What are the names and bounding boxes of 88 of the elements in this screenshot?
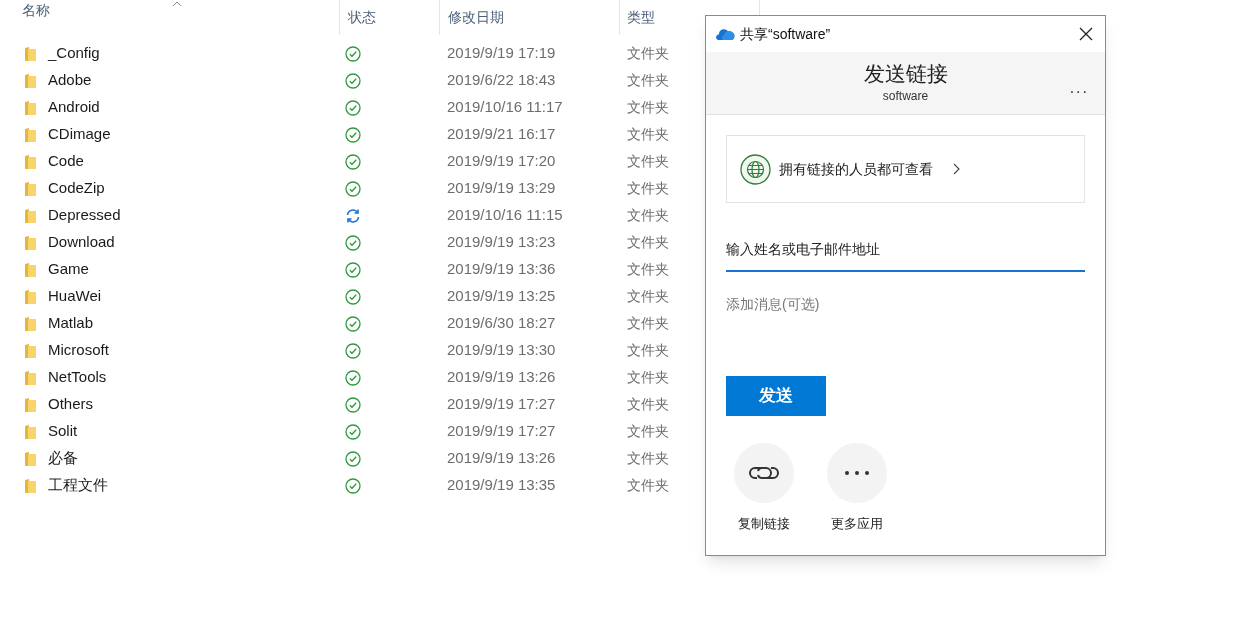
folder-icon [24, 261, 37, 278]
folder-icon [24, 126, 37, 143]
folder-icon [24, 315, 37, 332]
modified-date: 2019/9/19 13:36 [447, 260, 556, 278]
folder-name[interactable]: Code [48, 150, 84, 173]
recipient-input-field[interactable]: 输入姓名或电子邮件地址 [726, 227, 1085, 272]
item-type: 文件夹 [627, 45, 669, 62]
folder-name[interactable]: Microsoft [48, 339, 109, 362]
item-type: 文件夹 [627, 180, 669, 197]
modified-date: 2019/9/19 17:27 [447, 422, 556, 440]
folder-name[interactable]: Others [48, 393, 93, 416]
more-options-button[interactable]: ... [1069, 80, 1089, 96]
folder-name[interactable]: Solit [48, 420, 78, 443]
modified-date: 2019/10/16 11:15 [447, 206, 563, 224]
globe-icon [740, 153, 771, 185]
chevron-right-icon [953, 163, 960, 175]
modified-date: 2019/9/19 13:25 [447, 287, 556, 305]
item-type: 文件夹 [627, 72, 669, 89]
item-type: 文件夹 [627, 234, 669, 251]
modified-date: 2019/9/19 17:20 [447, 152, 556, 170]
folder-name[interactable]: Game [48, 258, 89, 281]
modified-date: 2019/9/19 13:26 [447, 368, 556, 386]
column-header[interactable]: 修改日期 [448, 0, 504, 35]
folder-icon [24, 207, 37, 224]
folder-name[interactable]: Adobe [48, 69, 92, 92]
dialog-heading: 发送链接 [863, 61, 948, 87]
modified-date: 2019/9/19 17:27 [447, 395, 556, 413]
folder-name[interactable]: HuaWei [48, 285, 102, 308]
item-type: 文件夹 [627, 288, 669, 305]
close-button[interactable] [1079, 26, 1095, 42]
folder-icon [24, 180, 37, 197]
item-type: 文件夹 [627, 99, 669, 116]
column-header[interactable]: 名称 [22, 0, 182, 35]
modified-date: 2019/9/19 13:35 [447, 476, 556, 494]
item-type: 文件夹 [627, 207, 669, 224]
share-action-label: 复制链接 [737, 515, 790, 533]
item-type: 文件夹 [627, 396, 669, 413]
folder-icon [24, 234, 37, 251]
folder-icon [24, 450, 37, 467]
column-header[interactable]: 类型 [627, 0, 655, 35]
item-type: 文件夹 [627, 261, 669, 278]
folder-icon [24, 477, 37, 494]
item-type: 文件夹 [627, 342, 669, 359]
folder-icon [24, 99, 37, 116]
item-type: 文件夹 [627, 369, 669, 386]
item-type: 文件夹 [627, 423, 669, 440]
folder-name[interactable]: Android [48, 96, 100, 119]
modified-date: 2019/10/16 11:17 [447, 98, 563, 116]
send-button[interactable]: 发送 [726, 376, 826, 416]
folder-name[interactable]: CDimage [48, 123, 111, 146]
item-name: software [882, 88, 929, 105]
item-type: 文件夹 [627, 126, 669, 143]
folder-name[interactable]: _Config [48, 42, 100, 65]
folder-name[interactable]: Matlab [48, 312, 94, 335]
folder-icon [24, 369, 37, 386]
modified-date: 2019/9/21 16:17 [447, 125, 556, 143]
link-permission-button[interactable]: 拥有链接的人员都可查看 [726, 135, 1085, 203]
folder-icon [24, 288, 37, 305]
cloud-icon [715, 27, 735, 41]
modified-date: 2019/6/30 18:27 [447, 314, 556, 332]
folder-icon [24, 396, 37, 413]
sort-caret-icon [172, 1, 182, 7]
folder-name[interactable]: Download [48, 231, 115, 254]
folder-icon [24, 342, 37, 359]
dialog-title: 共享“software” [740, 24, 831, 44]
folder-icon [24, 45, 37, 62]
modified-date: 2019/9/19 13:26 [447, 449, 556, 467]
column-header[interactable]: 状态 [348, 0, 376, 35]
folder-icon [24, 153, 37, 170]
folder-name[interactable]: NetTools [48, 366, 107, 389]
folder-name[interactable]: Depressed [48, 204, 121, 227]
modified-date: 2019/6/22 18:43 [447, 71, 556, 89]
folder-name[interactable]: 必备 [48, 447, 78, 470]
folder-name[interactable]: 工程文件 [48, 474, 108, 497]
modified-date: 2019/9/19 13:23 [447, 233, 556, 251]
modified-date: 2019/9/19 13:30 [447, 341, 556, 359]
item-type: 文件夹 [627, 315, 669, 332]
share-action-label: 更多应用 [830, 515, 883, 533]
modified-date: 2019/9/19 13:29 [447, 179, 556, 197]
more-icon [843, 470, 870, 476]
folder-icon [24, 423, 37, 440]
item-type: 文件夹 [627, 153, 669, 170]
modified-date: 2019/9/19 17:19 [447, 44, 556, 62]
folder-name[interactable]: CodeZip [48, 177, 105, 200]
item-type: 文件夹 [627, 450, 669, 467]
item-type: 文件夹 [627, 477, 669, 494]
message-input-field[interactable]: 添加消息(可选) [726, 294, 1085, 354]
folder-icon [24, 72, 37, 89]
